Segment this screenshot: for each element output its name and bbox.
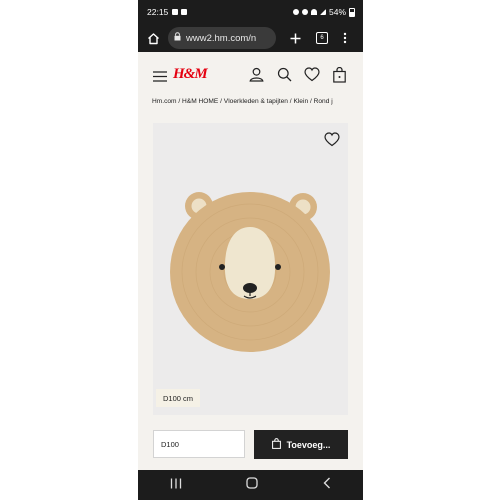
mute-icon: [301, 9, 308, 15]
home-icon[interactable]: [147, 32, 160, 45]
wifi-icon: [310, 9, 317, 15]
status-time: 22:15: [147, 7, 169, 17]
alarm-icon: [292, 9, 299, 15]
more-icon[interactable]: [343, 32, 347, 44]
phone-screen: 22:15 54% www2.hm.com/n 6 H&M Hm.com / H…: [138, 0, 363, 500]
menu-icon[interactable]: [153, 69, 167, 87]
back-nav-icon[interactable]: [323, 476, 331, 494]
status-right: 54%: [292, 7, 355, 17]
size-tag: D100 cm: [156, 389, 201, 407]
battery-level: 54%: [328, 7, 346, 17]
bag-icon: [271, 438, 281, 451]
notification-icon: [181, 9, 188, 15]
notification-icon: [172, 9, 179, 15]
tab-count: 6: [320, 35, 324, 41]
url-bar[interactable]: www2.hm.com/n: [168, 27, 276, 49]
browser-toolbar: www2.hm.com/n 6: [138, 24, 363, 52]
plus-icon[interactable]: [290, 33, 301, 44]
wishlist-heart-icon[interactable]: [324, 132, 340, 152]
lock-icon: [174, 32, 181, 44]
home-nav-icon[interactable]: [246, 476, 259, 494]
site-header: H&M: [138, 52, 363, 98]
notification-icons: [172, 9, 188, 15]
search-icon[interactable]: [277, 67, 292, 87]
tabs-icon[interactable]: 6: [316, 32, 328, 44]
signal-icon: [319, 9, 326, 15]
system-nav-bar: [138, 470, 363, 500]
size-selector[interactable]: D100: [153, 430, 245, 458]
bag-icon[interactable]: [333, 66, 346, 88]
status-bar: 22:15 54%: [138, 0, 363, 24]
heart-icon[interactable]: [304, 67, 320, 87]
account-icon[interactable]: [249, 67, 264, 87]
breadcrumb[interactable]: Hm.com / H&M HOME / Vloerkleden & tapijt…: [152, 98, 357, 110]
add-to-cart-button[interactable]: Toevoeg...: [254, 430, 348, 459]
battery-icon: [349, 7, 355, 17]
add-to-cart-label: Toevoeg...: [286, 439, 331, 450]
url-text: www2.hm.com/n: [186, 32, 257, 44]
bear-rug-illustration: [170, 192, 330, 352]
hm-logo[interactable]: H&M: [173, 66, 208, 83]
product-image[interactable]: D100 cm: [153, 123, 348, 415]
recent-apps-icon[interactable]: [170, 476, 182, 494]
